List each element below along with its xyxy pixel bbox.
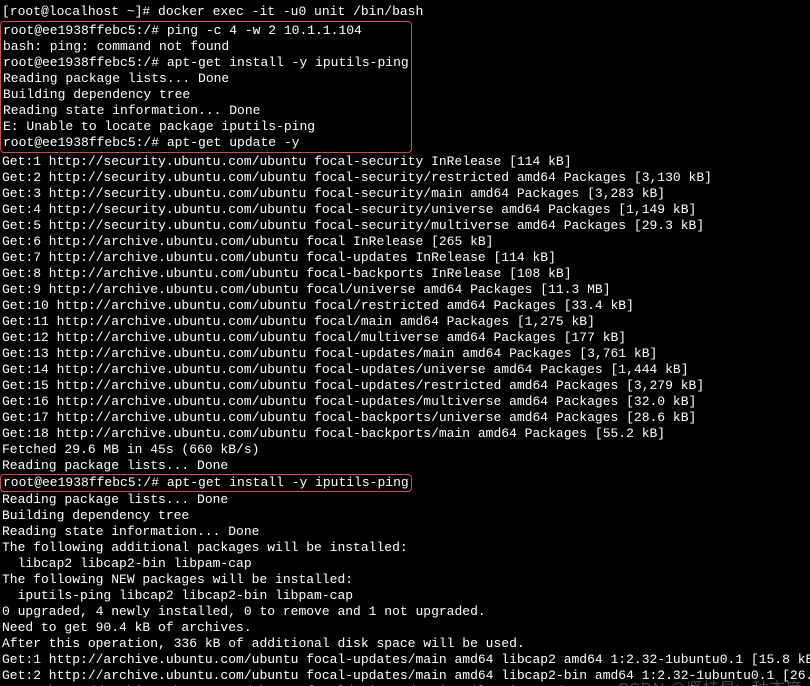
container-prompt: root@ee1938ffebc5:/# — [3, 23, 167, 38]
terminal-line: E: Unable to locate package iputils-ping — [3, 119, 409, 135]
terminal-line: Building dependency tree — [3, 87, 409, 103]
terminal-line: Get:5 http://security.ubuntu.com/ubuntu … — [2, 218, 808, 234]
terminal-line: Get:9 http://archive.ubuntu.com/ubuntu f… — [2, 282, 808, 298]
terminal-line: root@ee1938ffebc5:/# apt-get update -y — [3, 135, 409, 151]
container-prompt: root@ee1938ffebc5:/# — [3, 475, 167, 490]
terminal-text: bash: ping: command not found — [3, 39, 229, 54]
terminal-line: iputils-ping libcap2 libcap2-bin libpam-… — [2, 588, 808, 604]
terminal-line: Get:2 http://security.ubuntu.com/ubuntu … — [2, 170, 808, 186]
terminal-line: Get:2 http://archive.ubuntu.com/ubuntu f… — [2, 668, 808, 684]
terminal-line: Fetched 29.6 MB in 45s (660 kB/s) — [2, 442, 808, 458]
install-command: apt-get install -y iputils-ping — [167, 475, 409, 490]
container-prompt: root@ee1938ffebc5:/# — [3, 135, 167, 150]
terminal-line: Get:16 http://archive.ubuntu.com/ubuntu … — [2, 394, 808, 410]
host-prompt: [root@localhost ~]# — [2, 4, 158, 19]
terminal-line: The following additional packages will b… — [2, 540, 808, 556]
terminal-line: Get:8 http://archive.ubuntu.com/ubuntu f… — [2, 266, 808, 282]
terminal-line: Reading state information... Done — [2, 524, 808, 540]
terminal-line: Get:13 http://archive.ubuntu.com/ubuntu … — [2, 346, 808, 362]
terminal-window[interactable]: [root@localhost ~]# docker exec -it -u0 … — [0, 0, 810, 686]
highlighted-command-block-2: root@ee1938ffebc5:/# apt-get install -y … — [0, 474, 412, 492]
terminal-line: Need to get 90.4 kB of archives. — [2, 620, 808, 636]
terminal-line: Get:6 http://archive.ubuntu.com/ubuntu f… — [2, 234, 808, 250]
terminal-text: apt-get install -y iputils-ping — [167, 55, 409, 70]
terminal-line: After this operation, 336 kB of addition… — [2, 636, 808, 652]
terminal-text: E: Unable to locate package iputils-ping — [3, 119, 315, 134]
terminal-line: Reading package lists... Done — [2, 458, 808, 474]
terminal-text: apt-get update -y — [167, 135, 300, 150]
terminal-line: Get:11 http://archive.ubuntu.com/ubuntu … — [2, 314, 808, 330]
terminal-line: root@ee1938ffebc5:/# apt-get install -y … — [3, 55, 409, 71]
terminal-line: Get:10 http://archive.ubuntu.com/ubuntu … — [2, 298, 808, 314]
terminal-line: Get:1 http://security.ubuntu.com/ubuntu … — [2, 154, 808, 170]
host-command: docker exec -it -u0 unit /bin/bash — [158, 4, 423, 19]
terminal-text: Reading state information... Done — [3, 103, 260, 118]
terminal-text: ping -c 4 -w 2 10.1.1.104 — [167, 23, 362, 38]
terminal-text: Reading package lists... Done — [3, 71, 229, 86]
terminal-line: Reading state information... Done — [3, 103, 409, 119]
terminal-line: Get:1 http://archive.ubuntu.com/ubuntu f… — [2, 652, 808, 668]
terminal-line: Reading package lists... Done — [3, 71, 409, 87]
terminal-line: 0 upgraded, 4 newly installed, 0 to remo… — [2, 604, 808, 620]
terminal-line: root@ee1938ffebc5:/# apt-get install -y … — [2, 474, 808, 492]
terminal-line: root@ee1938ffebc5:/# ping -c 4 -w 2 10.1… — [3, 23, 409, 39]
terminal-line: Reading package lists... Done — [2, 492, 808, 508]
terminal-line: The following NEW packages will be insta… — [2, 572, 808, 588]
terminal-text: Building dependency tree — [3, 87, 190, 102]
container-prompt: root@ee1938ffebc5:/# — [3, 55, 167, 70]
terminal-line: Get:4 http://security.ubuntu.com/ubuntu … — [2, 202, 808, 218]
terminal-line: Get:3 http://security.ubuntu.com/ubuntu … — [2, 186, 808, 202]
terminal-line: Get:17 http://archive.ubuntu.com/ubuntu … — [2, 410, 808, 426]
terminal-line: Get:18 http://archive.ubuntu.com/ubuntu … — [2, 426, 808, 442]
terminal-line: Building dependency tree — [2, 508, 808, 524]
terminal-line: Get:7 http://archive.ubuntu.com/ubuntu f… — [2, 250, 808, 266]
terminal-line: [root@localhost ~]# docker exec -it -u0 … — [2, 4, 808, 20]
terminal-line: Get:12 http://archive.ubuntu.com/ubuntu … — [2, 330, 808, 346]
terminal-line: Get:15 http://archive.ubuntu.com/ubuntu … — [2, 378, 808, 394]
highlighted-command-block-1: root@ee1938ffebc5:/# ping -c 4 -w 2 10.1… — [0, 21, 412, 153]
terminal-line: Get:14 http://archive.ubuntu.com/ubuntu … — [2, 362, 808, 378]
terminal-line: libcap2 libcap2-bin libpam-cap — [2, 556, 808, 572]
terminal-line: bash: ping: command not found — [3, 39, 409, 55]
